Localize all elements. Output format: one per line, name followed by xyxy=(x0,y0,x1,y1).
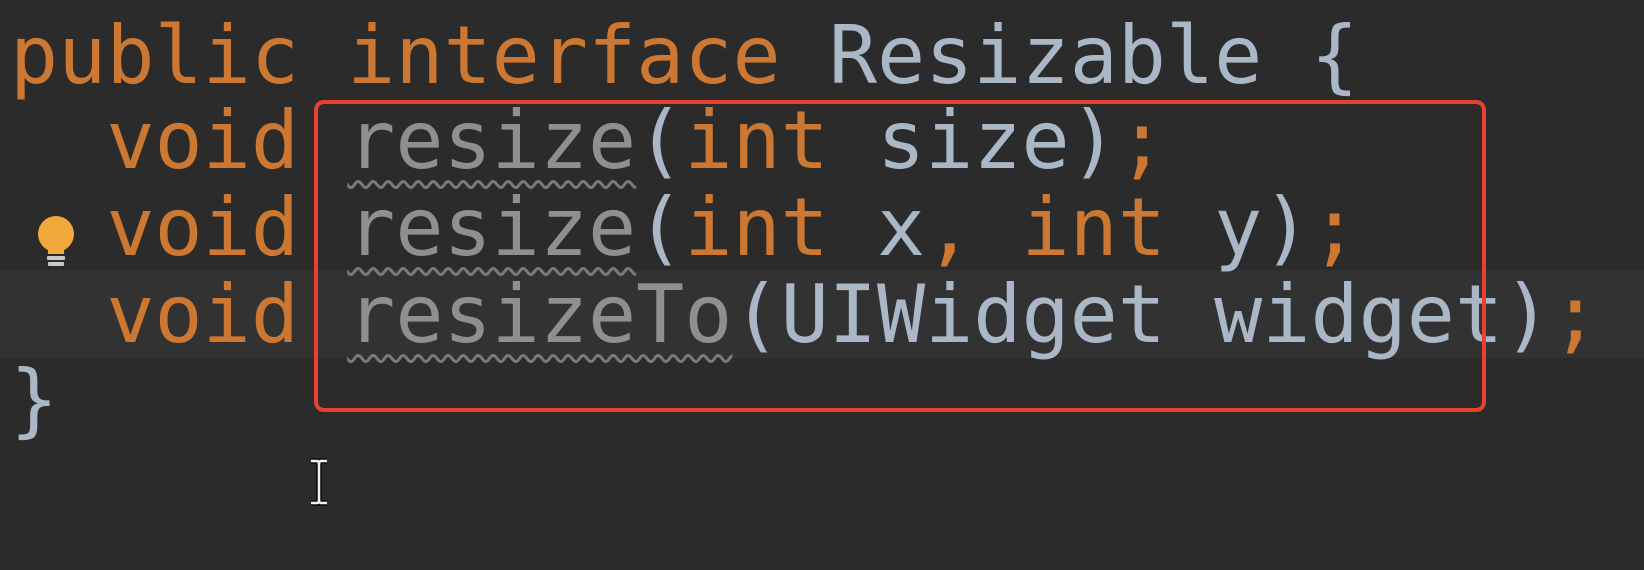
param-name: y xyxy=(1214,181,1263,274)
method-name-resize: resize xyxy=(347,181,637,274)
brace-open: { xyxy=(1310,9,1359,102)
paren-close: ) xyxy=(1262,181,1311,274)
paren-open: ( xyxy=(636,181,685,274)
semicolon: ; xyxy=(1310,181,1359,274)
param-type: int xyxy=(1021,181,1167,274)
code-line-2[interactable]: void resize(int size); xyxy=(10,97,1166,185)
param-name: widget xyxy=(1214,268,1504,361)
keyword-void: void xyxy=(106,181,299,274)
paren-close: ) xyxy=(1069,94,1118,187)
code-line-3[interactable]: void resize(int x, int y); xyxy=(10,181,1359,274)
semicolon: ; xyxy=(1117,94,1166,187)
code-line-1[interactable]: public interface Resizable { xyxy=(10,12,1359,100)
keyword-public: public xyxy=(10,9,299,102)
i-beam-cursor-icon xyxy=(311,458,327,506)
keyword-void: void xyxy=(106,94,299,187)
code-editor[interactable]: public interface Resizable { void resize… xyxy=(0,0,1644,570)
param-name: x xyxy=(876,181,926,274)
param-type: int xyxy=(684,181,829,274)
param-type: UIWidget xyxy=(780,268,1166,361)
paren-open: ( xyxy=(636,94,685,187)
keyword-interface: interface xyxy=(347,9,781,102)
param-type: int xyxy=(684,94,829,187)
lightbulb-icon[interactable] xyxy=(36,214,76,270)
method-name-resize: resize xyxy=(347,94,637,187)
brace-close: } xyxy=(10,353,59,446)
code-line-5[interactable]: } xyxy=(10,356,58,444)
interface-name: Resizable xyxy=(828,9,1263,102)
keyword-void: void xyxy=(106,268,299,361)
paren-close: ) xyxy=(1503,268,1552,361)
paren-open: ( xyxy=(732,268,781,361)
semicolon: ; xyxy=(1551,268,1600,361)
param-name: size xyxy=(876,94,1070,187)
comma: , xyxy=(925,181,974,274)
code-line-4[interactable]: void resizeTo(UIWidget widget); xyxy=(10,271,1599,359)
method-name-resizeto: resizeTo xyxy=(347,268,733,361)
